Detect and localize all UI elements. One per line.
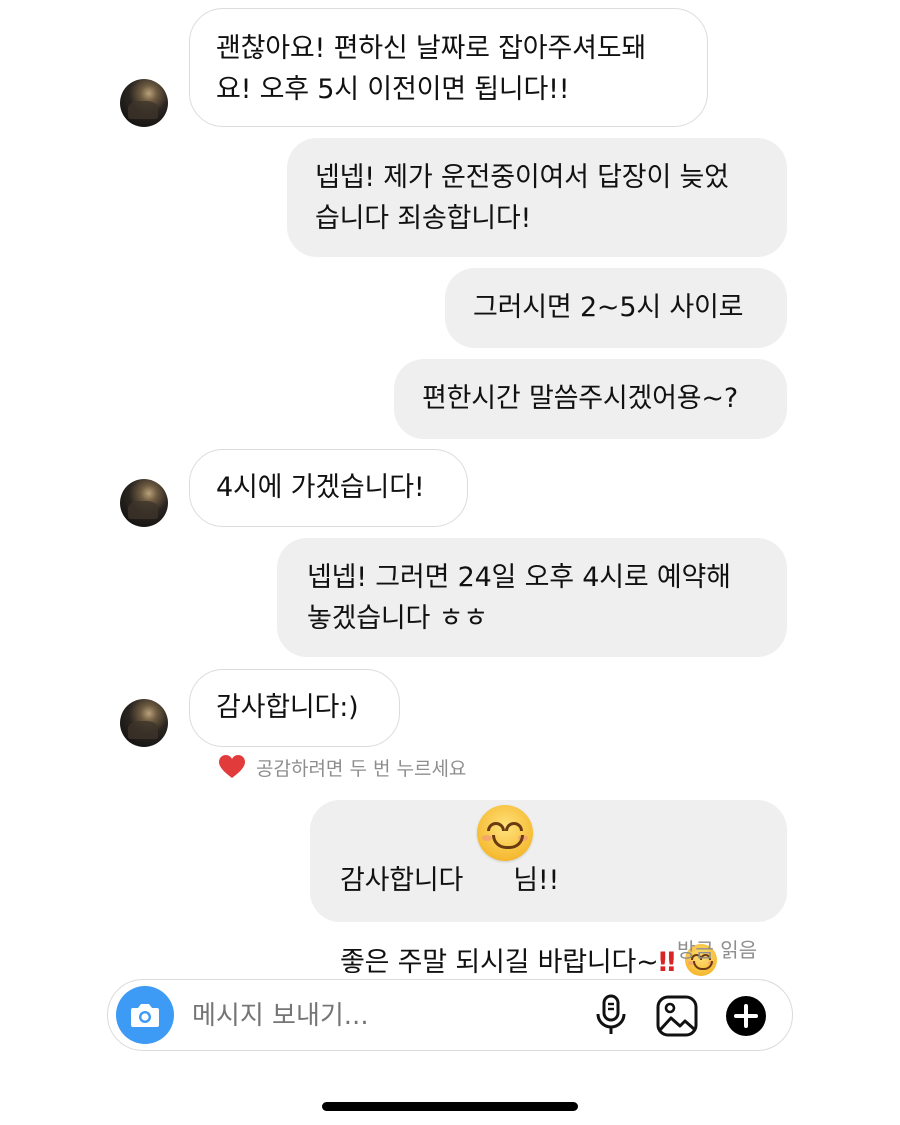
sender-avatar[interactable]	[120, 479, 168, 527]
double-exclamation-icon: ‼	[658, 947, 676, 978]
react-hint: 공감하려면 두 번 누르세요	[218, 753, 466, 781]
incoming-message[interactable]: 괜찮아요! 편하신 날짜로 잡아주셔도돼 요! 오후 5시 이전이면 됩니다!!	[189, 8, 708, 127]
incoming-message[interactable]: 감사합니다:)	[189, 669, 400, 747]
sender-avatar[interactable]	[120, 699, 168, 747]
image-icon[interactable]	[655, 994, 699, 1038]
smiling-face-icon	[477, 805, 533, 861]
message-input[interactable]	[190, 994, 574, 1038]
heart-icon[interactable]	[218, 754, 246, 780]
outgoing-message[interactable]: 감사합니다 님!! 좋은 주말 되시길 바랍니다~‼	[310, 800, 787, 978]
read-receipt: 방금 읽음	[677, 938, 757, 962]
outgoing-message[interactable]: 그러시면 2~5시 사이로	[445, 268, 787, 348]
message-composer	[107, 979, 793, 1051]
incoming-message[interactable]: 4시에 가겠습니다!	[189, 449, 468, 527]
outgoing-message[interactable]: 편한시간 말씀주시겠어용~?	[394, 359, 787, 439]
outgoing-message[interactable]: 넵넵! 제가 운전중이여서 답장이 늦었 습니다 죄송합니다!	[287, 138, 787, 257]
message-text: 좋은 주말 되시길 바랍니다~	[340, 947, 659, 978]
sender-avatar[interactable]	[120, 79, 168, 127]
camera-button[interactable]	[116, 986, 174, 1044]
home-indicator	[322, 1102, 578, 1111]
message-line: 감사합니다 님!!	[340, 860, 757, 901]
message-text: 감사합니다	[340, 865, 464, 896]
message-text: 님!!	[513, 865, 560, 896]
microphone-icon[interactable]	[594, 993, 628, 1037]
react-hint-text: 공감하려면 두 번 누르세요	[256, 757, 467, 780]
camera-icon	[131, 1004, 159, 1027]
plus-icon[interactable]	[724, 994, 768, 1038]
outgoing-message[interactable]: 넵넵! 그러면 24일 오후 4시로 예약해 놓겠습니다 ㅎㅎ	[277, 538, 787, 657]
